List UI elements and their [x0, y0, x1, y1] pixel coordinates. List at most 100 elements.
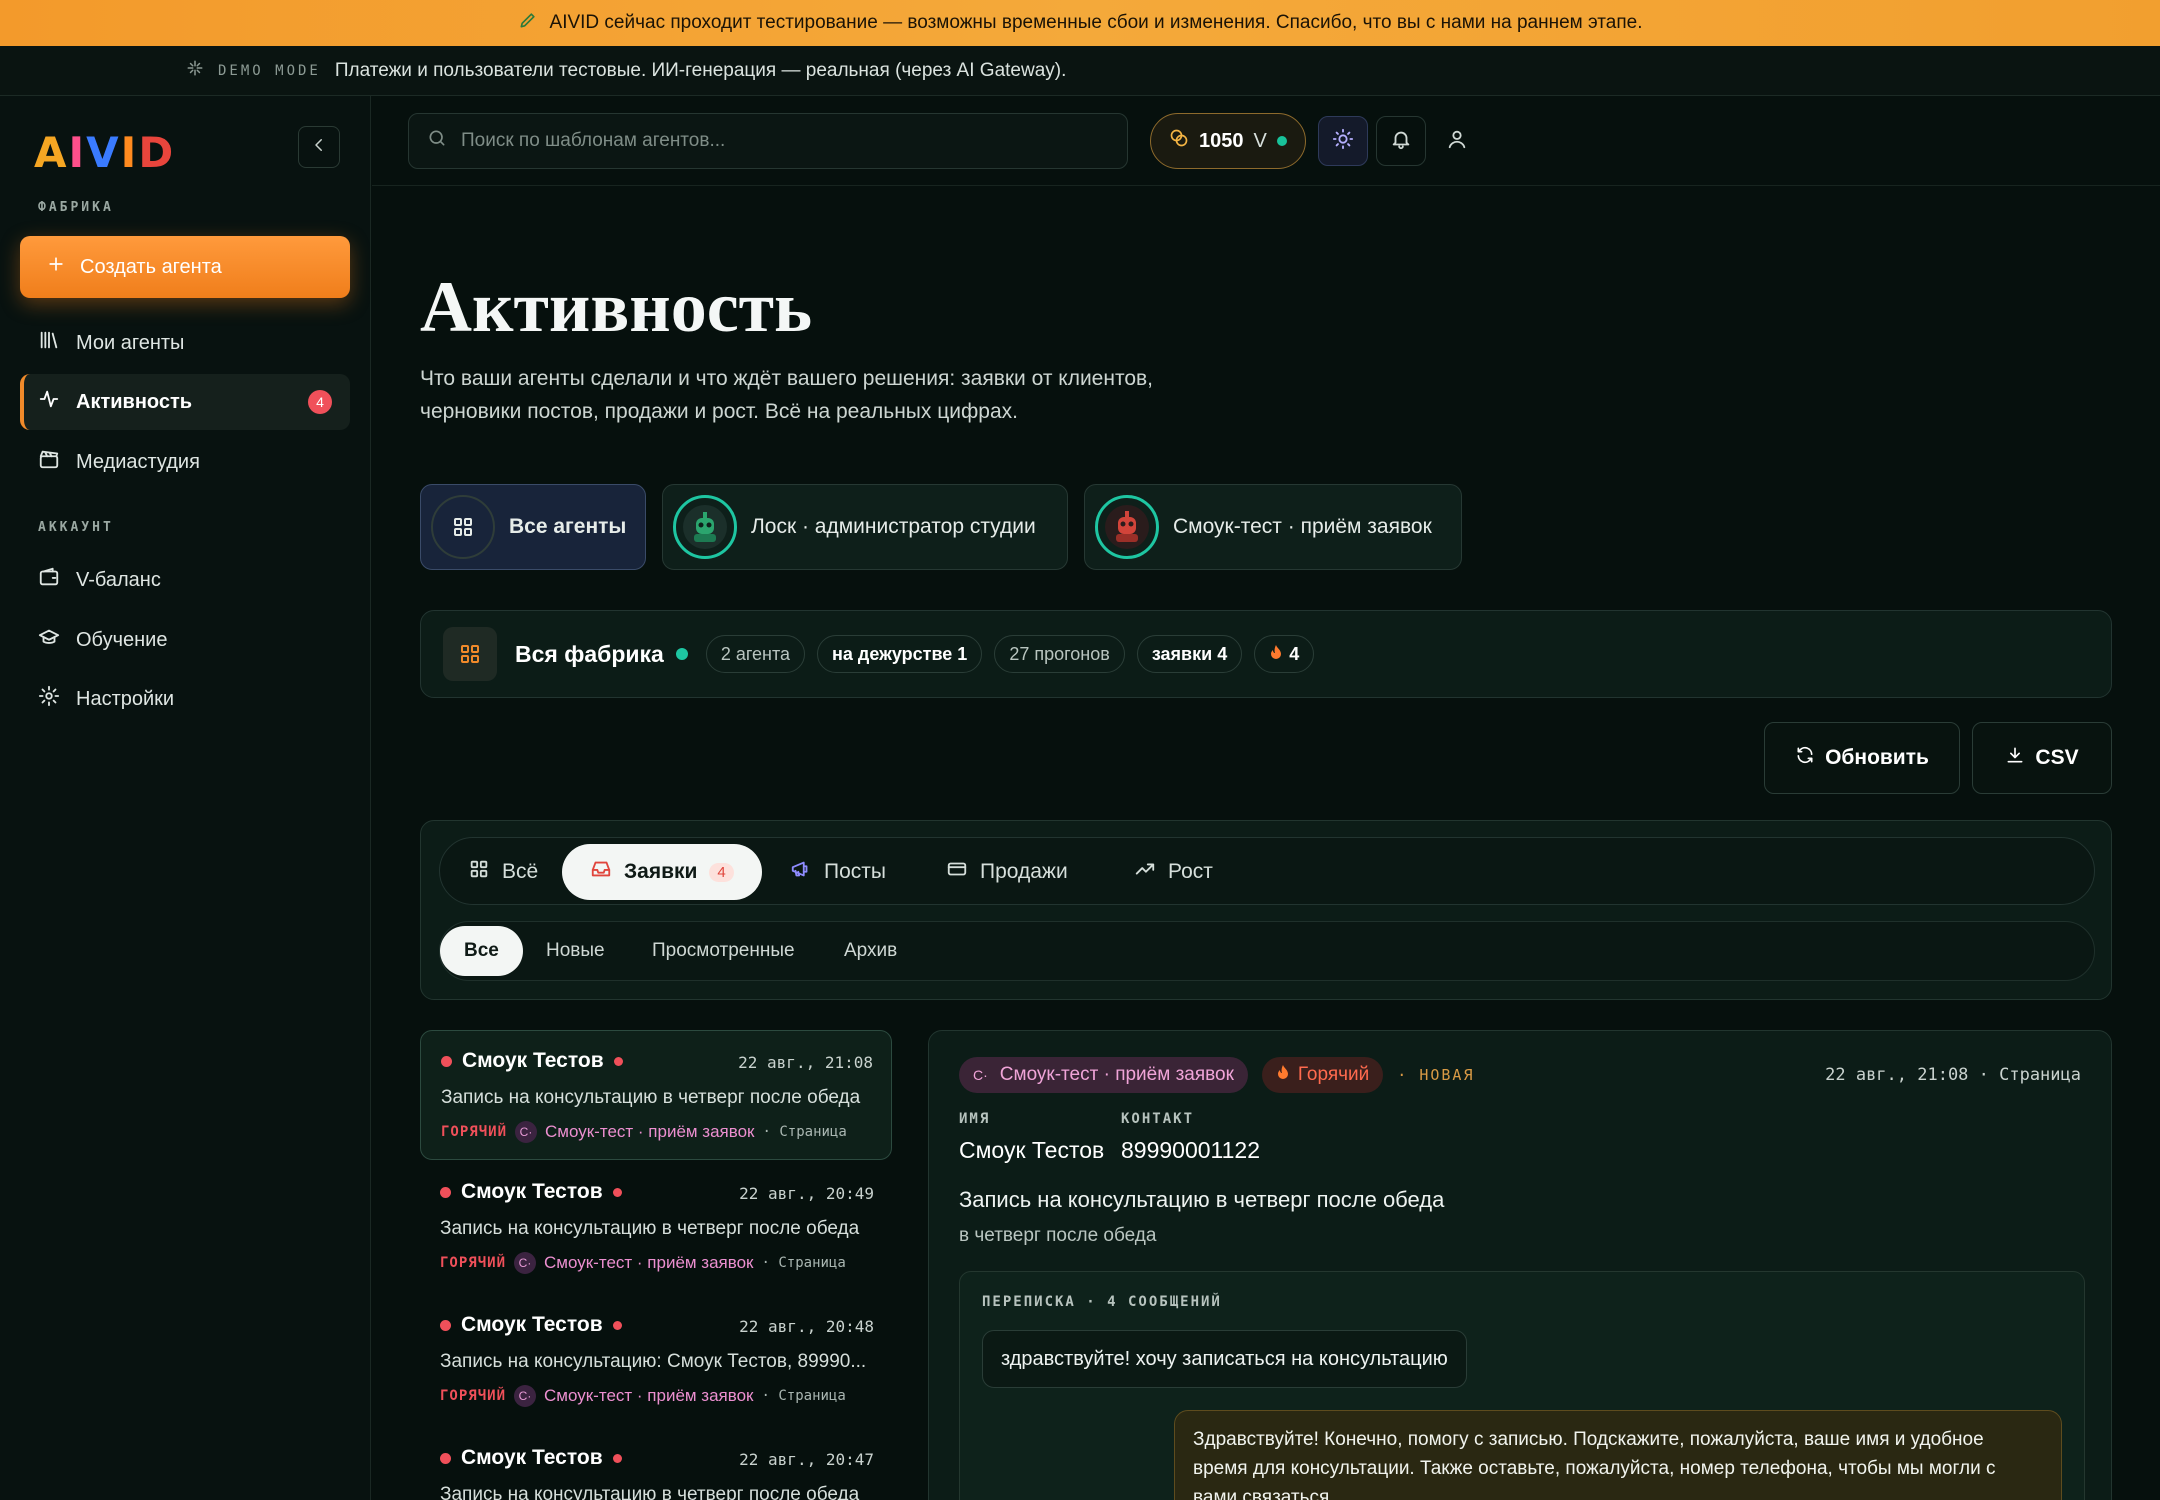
user-icon	[1446, 128, 1468, 155]
section-factory-label: ФАБРИКА	[38, 200, 114, 215]
pen-icon	[518, 10, 538, 36]
section-account-label: АККАУНТ	[38, 520, 114, 535]
detail-agent-name: Смоук-тест · приём заявок	[999, 1064, 1234, 1085]
sidebar-item-activity[interactable]: Активность 4	[20, 374, 350, 430]
subtab-viewed[interactable]: Просмотренные	[626, 926, 821, 976]
tab-posts[interactable]: Посты	[762, 844, 914, 900]
hot-dot	[612, 1187, 622, 1197]
lead-list-item[interactable]: Смоук Тестов 22 авг., 20:48 Запись на ко…	[420, 1295, 892, 1425]
unread-dot	[441, 1055, 452, 1067]
library-icon	[38, 329, 60, 357]
agent-initial-badge: С·	[515, 1121, 538, 1143]
notifications-button[interactable]	[1376, 116, 1426, 166]
sidebar-item-media-studio[interactable]: Медиастудия	[20, 434, 350, 490]
page-title: Активность	[420, 267, 813, 347]
lead-name: Смоук Тестов	[461, 1446, 603, 1469]
lead-time: 22 авг., 20:47	[739, 1450, 874, 1469]
activity-count-badge: 4	[308, 390, 332, 414]
sidebar-item-my-agents[interactable]: Мои агенты	[20, 315, 350, 371]
logo[interactable]: AIVID	[34, 128, 175, 177]
theme-toggle-button[interactable]	[1318, 116, 1368, 166]
leads-count-chip: заявки 4	[1136, 635, 1243, 673]
agent-filter-losk[interactable]: Лоск · администратор студии	[662, 484, 1068, 570]
lead-list-item[interactable]: Смоук Тестов 22 авг., 20:49 Запись на ко…	[420, 1162, 892, 1292]
lead-agent: Смоук-тест · приём заявок	[544, 1253, 754, 1272]
sidebar-item-label: Настройки	[76, 687, 175, 710]
agent-filter-smoke-test[interactable]: Смоук-тест · приём заявок	[1084, 484, 1462, 570]
create-agent-button[interactable]: Создать агента	[20, 236, 350, 298]
balance-pill[interactable]: 1050 V	[1150, 113, 1306, 169]
balance-unit: V	[1253, 129, 1267, 152]
logo-letter: V	[86, 128, 121, 177]
profile-button[interactable]	[1432, 116, 1482, 166]
csv-label: CSV	[2035, 746, 2079, 769]
grid-icon	[431, 495, 495, 559]
lead-source: · Страница	[761, 1388, 846, 1404]
sun-icon	[1332, 128, 1354, 155]
refresh-label: Обновить	[1825, 746, 1929, 769]
page-subtitle: Что ваши агенты сделали и что ждёт вашег…	[420, 367, 1154, 423]
detail-hot-pill: Горячий	[1261, 1057, 1384, 1093]
top-bar: 1050 V	[372, 96, 2160, 186]
hot-leads-chip: 4	[1254, 635, 1315, 673]
lead-source: · Страница	[762, 1124, 847, 1140]
demo-strip: DEMO MODE Платежи и пользователи тестовы…	[0, 46, 2160, 96]
unread-dot	[440, 1186, 451, 1198]
trending-up-icon	[1134, 858, 1156, 886]
sparkle-icon	[186, 59, 204, 83]
lead-summary: Запись на консультацию: Смоук Тестов, 89…	[440, 1351, 867, 1372]
sidebar-item-settings[interactable]: Настройки	[20, 671, 350, 727]
test-banner: AIVID сейчас проходит тестирование — воз…	[0, 0, 2160, 46]
graduation-cap-icon	[38, 626, 60, 654]
contact-value[interactable]: 89990001122	[1121, 1137, 1260, 1164]
tab-growth[interactable]: Рост	[1106, 844, 1241, 900]
wallet-icon	[38, 566, 60, 594]
agents-count-chip: 2 агента	[705, 635, 806, 673]
tab-sales[interactable]: Продажи	[918, 844, 1096, 900]
detail-agent-pill[interactable]: С· Смоук-тест · приём заявок	[959, 1057, 1248, 1093]
status-dot	[675, 648, 688, 660]
chevron-left-icon	[310, 136, 328, 159]
csv-export-button[interactable]: CSV	[1972, 722, 2112, 794]
sidebar-item-label: Мои агенты	[76, 331, 185, 354]
fire-icon	[1276, 1064, 1290, 1086]
sidebar-item-label: Обучение	[76, 628, 168, 651]
refresh-button[interactable]: Обновить	[1764, 722, 1960, 794]
lead-list-item[interactable]: Смоук Тестов 22 авг., 20:47 Запись на ко…	[420, 1428, 892, 1500]
search-box[interactable]	[408, 113, 1128, 169]
filter-card: Всё Заявки 4 Посты Продажи Рост Все Новы…	[420, 820, 2112, 1000]
lead-time: 22 авг., 21:08	[738, 1053, 873, 1072]
lead-agent: Смоук-тест · приём заявок	[544, 1386, 754, 1405]
agent-filter-all[interactable]: Все агенты	[420, 484, 646, 570]
subtab-new[interactable]: Новые	[520, 926, 631, 976]
subtab-archive[interactable]: Архив	[818, 926, 923, 976]
lead-summary: Запись на консультацию в четверг после о…	[441, 1087, 861, 1108]
tab-all[interactable]: Всё	[440, 844, 566, 900]
search-input[interactable]	[461, 130, 1061, 152]
lead-summary: Запись на консультацию в четверг после о…	[440, 1484, 860, 1500]
robot-avatar-icon	[673, 495, 737, 559]
lead-list-item[interactable]: Смоук Тестов 22 авг., 21:08 Запись на ко…	[420, 1030, 892, 1160]
collapse-sidebar-button[interactable]	[298, 126, 340, 168]
conversation-label: ПЕРЕПИСКА · 4 СООБЩЕНИЙ	[982, 1294, 1222, 1310]
logo-letter: A	[34, 128, 69, 177]
agent-message: Здравствуйте! Конечно, помогу с записью.…	[1174, 1410, 2062, 1500]
sidebar-item-learning[interactable]: Обучение	[20, 612, 350, 668]
tab-leads[interactable]: Заявки 4	[562, 844, 762, 900]
grid-icon	[468, 858, 490, 886]
status-new-tag: · НОВАЯ	[1397, 1066, 1475, 1084]
agent-filter-label: Лоск · администратор студии	[751, 515, 1036, 538]
sidebar-item-v-balance[interactable]: V-баланс	[20, 552, 350, 608]
lead-source: · Страница	[761, 1255, 846, 1271]
megaphone-icon	[790, 858, 812, 886]
detail-meta: 22 авг., 21:08 · Страница	[1825, 1065, 2081, 1085]
subtab-all[interactable]: Все	[440, 926, 523, 976]
detail-subtitle: в четверг после обеда	[959, 1225, 1157, 1246]
coins-icon	[1169, 128, 1189, 154]
lead-name: Смоук Тестов	[461, 1313, 603, 1336]
logo-letter: D	[138, 128, 176, 177]
lead-agent: Смоук-тест · приём заявок	[545, 1122, 755, 1141]
lead-time: 22 авг., 20:49	[739, 1184, 874, 1203]
lead-summary: Запись на консультацию в четверг после о…	[440, 1218, 860, 1239]
hot-label: ГОРЯЧИЙ	[440, 1255, 507, 1271]
